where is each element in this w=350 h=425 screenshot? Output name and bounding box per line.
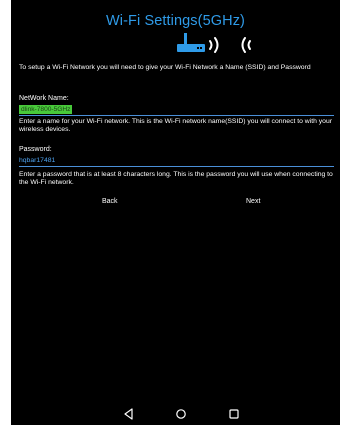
nav-back-triangle-icon [124,408,133,420]
password-field[interactable]: hqbar17481 [19,156,334,167]
system-nav-bar [11,403,340,425]
network-name-field[interactable]: dlink-7800-5GHz [19,105,334,116]
nav-back-button[interactable] [121,406,137,422]
intro-text: To setup a Wi-Fi Network you will need t… [19,64,311,71]
back-button[interactable]: Back [102,198,118,205]
nav-home-button[interactable] [173,406,189,422]
router-signal-graphic [175,31,255,55]
password-label: Password: [19,146,52,153]
network-name-value[interactable]: dlink-7800-5GHz [19,105,73,114]
page-title: Wi-Fi Settings(5GHz) [106,13,245,29]
wifi-signal-right-icon [209,37,219,53]
router-icon [177,33,205,52]
nav-recents-square-icon [229,409,239,419]
password-help: Enter a password that is at least 8 char… [19,171,333,187]
wifi-signal-left-icon [241,37,251,53]
next-button[interactable]: Next [246,198,260,205]
nav-recents-button[interactable] [226,406,242,422]
password-value[interactable]: hqbar17481 [19,156,55,165]
network-name-label: NetWork Name: [19,95,69,102]
device-screen: Wi-Fi Settings(5GHz) To setup a Wi-Fi Ne… [11,0,340,425]
network-name-help: Enter a name for your Wi-Fi network. Thi… [19,118,333,134]
nav-home-circle-icon [176,409,186,419]
